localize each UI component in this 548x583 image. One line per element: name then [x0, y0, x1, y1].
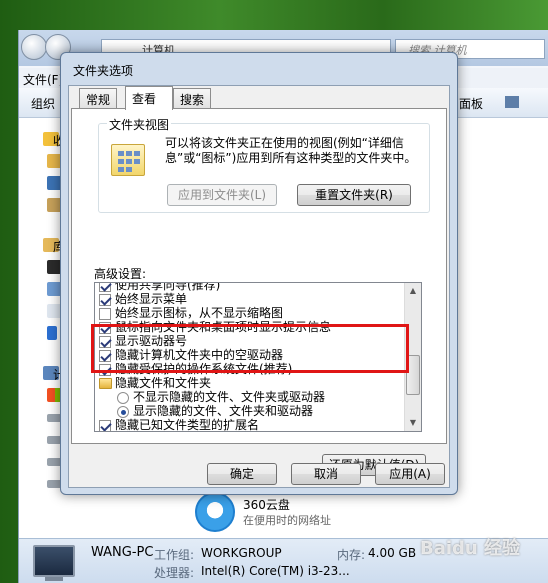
- menu-file[interactable]: 文件(F): [23, 71, 63, 88]
- cloud-drive-title: 360云盘: [243, 498, 290, 512]
- navigation-pane: 收 库 计: [19, 118, 65, 538]
- setting-checkbox[interactable]: [99, 294, 111, 306]
- folder-view-group: 文件夹视图 可以将该文件夹正在使用的视图(例如“详细信息”或“图标”)应用到所有…: [98, 116, 430, 213]
- cloud-drive-icon: [195, 492, 235, 532]
- advanced-setting-row[interactable]: 不显示隐藏的文件、文件夹或驱动器: [95, 391, 405, 405]
- folder-icon: [99, 378, 112, 389]
- setting-label: 隐藏文件和文件夹: [115, 376, 212, 390]
- cancel-button[interactable]: 取消: [291, 463, 361, 485]
- processor-label: 处理器:: [154, 566, 195, 580]
- computer-stand-icon: [45, 577, 63, 581]
- ok-button[interactable]: 确定: [207, 463, 277, 485]
- memory-value: 4.00 GB: [368, 546, 417, 560]
- dialog-body: 常规 查看 搜索 文件夹视图 可以将该文件夹正在使用的视图(例如“详细信息”或“…: [68, 85, 450, 488]
- computer-monitor-icon: [33, 545, 75, 577]
- organize-button[interactable]: 组织: [31, 95, 55, 112]
- advanced-setting-row[interactable]: 始终显示菜单: [95, 293, 405, 307]
- advanced-setting-row[interactable]: 隐藏已知文件类型的扩展名: [95, 418, 405, 432]
- setting-label: 始终显示菜单: [115, 292, 188, 306]
- folder-options-dialog: 文件夹选项 常规 查看 搜索 文件夹视图 可以将该文件夹正在使用的视图(例如“详…: [60, 52, 458, 495]
- scroll-down-arrow-icon[interactable]: ▼: [405, 415, 421, 431]
- dialog-title: 文件夹选项: [73, 64, 134, 78]
- setting-radio[interactable]: [117, 406, 129, 418]
- apply-button[interactable]: 应用(A): [375, 463, 445, 485]
- folder-view-description: 可以将该文件夹正在使用的视图(例如“详细信息”或“图标”)应用到所有这种类型的文…: [165, 136, 417, 165]
- reset-folders-button[interactable]: 重置文件夹(R): [297, 184, 411, 206]
- memory-label: 内存:: [337, 548, 366, 562]
- panel-button[interactable]: 面板: [459, 95, 483, 112]
- setting-label: 隐藏已知文件类型的扩展名: [115, 418, 260, 432]
- workgroup-value: WORKGROUP: [201, 546, 282, 560]
- setting-radio[interactable]: [117, 392, 129, 404]
- music-icon[interactable]: [47, 326, 57, 340]
- tab-view[interactable]: 查看: [125, 86, 173, 110]
- back-button[interactable]: [21, 34, 47, 60]
- baidu-watermark: Baidu 经验: [420, 538, 521, 559]
- apply-to-folders-button[interactable]: 应用到文件夹(L): [167, 184, 277, 206]
- view-options-icon[interactable]: [505, 96, 519, 108]
- setting-label: 显示隐藏的文件、文件夹和驱动器: [133, 404, 314, 418]
- advanced-setting-row[interactable]: 隐藏文件和文件夹: [95, 377, 405, 391]
- setting-checkbox[interactable]: [99, 283, 111, 292]
- view-tab-panel: 文件夹视图 可以将该文件夹正在使用的视图(例如“详细信息”或“图标”)应用到所有…: [71, 108, 447, 476]
- workgroup-label: 工作组:: [154, 548, 195, 562]
- tab-general[interactable]: 常规: [79, 88, 118, 108]
- scroll-up-arrow-icon[interactable]: ▲: [405, 283, 421, 299]
- advanced-setting-row[interactable]: 显示隐藏的文件、文件夹和驱动器: [95, 405, 405, 419]
- advanced-setting-row[interactable]: 始终显示图标，从不显示缩略图: [95, 307, 405, 321]
- advanced-settings-label: 高级设置:: [94, 267, 147, 281]
- folder-view-legend: 文件夹视图: [107, 116, 172, 133]
- setting-label: 始终显示图标，从不显示缩略图: [115, 306, 284, 320]
- pc-name: WANG-PC: [91, 545, 154, 560]
- setting-label: 使用共享向导(推荐): [115, 282, 221, 292]
- setting-label: 不显示隐藏的文件、文件夹或驱动器: [133, 390, 326, 404]
- cloud-drive-subtitle: 在便用时的网络址: [243, 514, 331, 527]
- folder-view-icon: [111, 144, 145, 176]
- processor-value: Intel(R) Core(TM) i3-23...: [201, 564, 350, 578]
- setting-checkbox[interactable]: [99, 420, 111, 431]
- tab-search[interactable]: 搜索: [173, 88, 212, 108]
- red-highlight-box: [91, 324, 409, 373]
- setting-checkbox[interactable]: [99, 308, 111, 320]
